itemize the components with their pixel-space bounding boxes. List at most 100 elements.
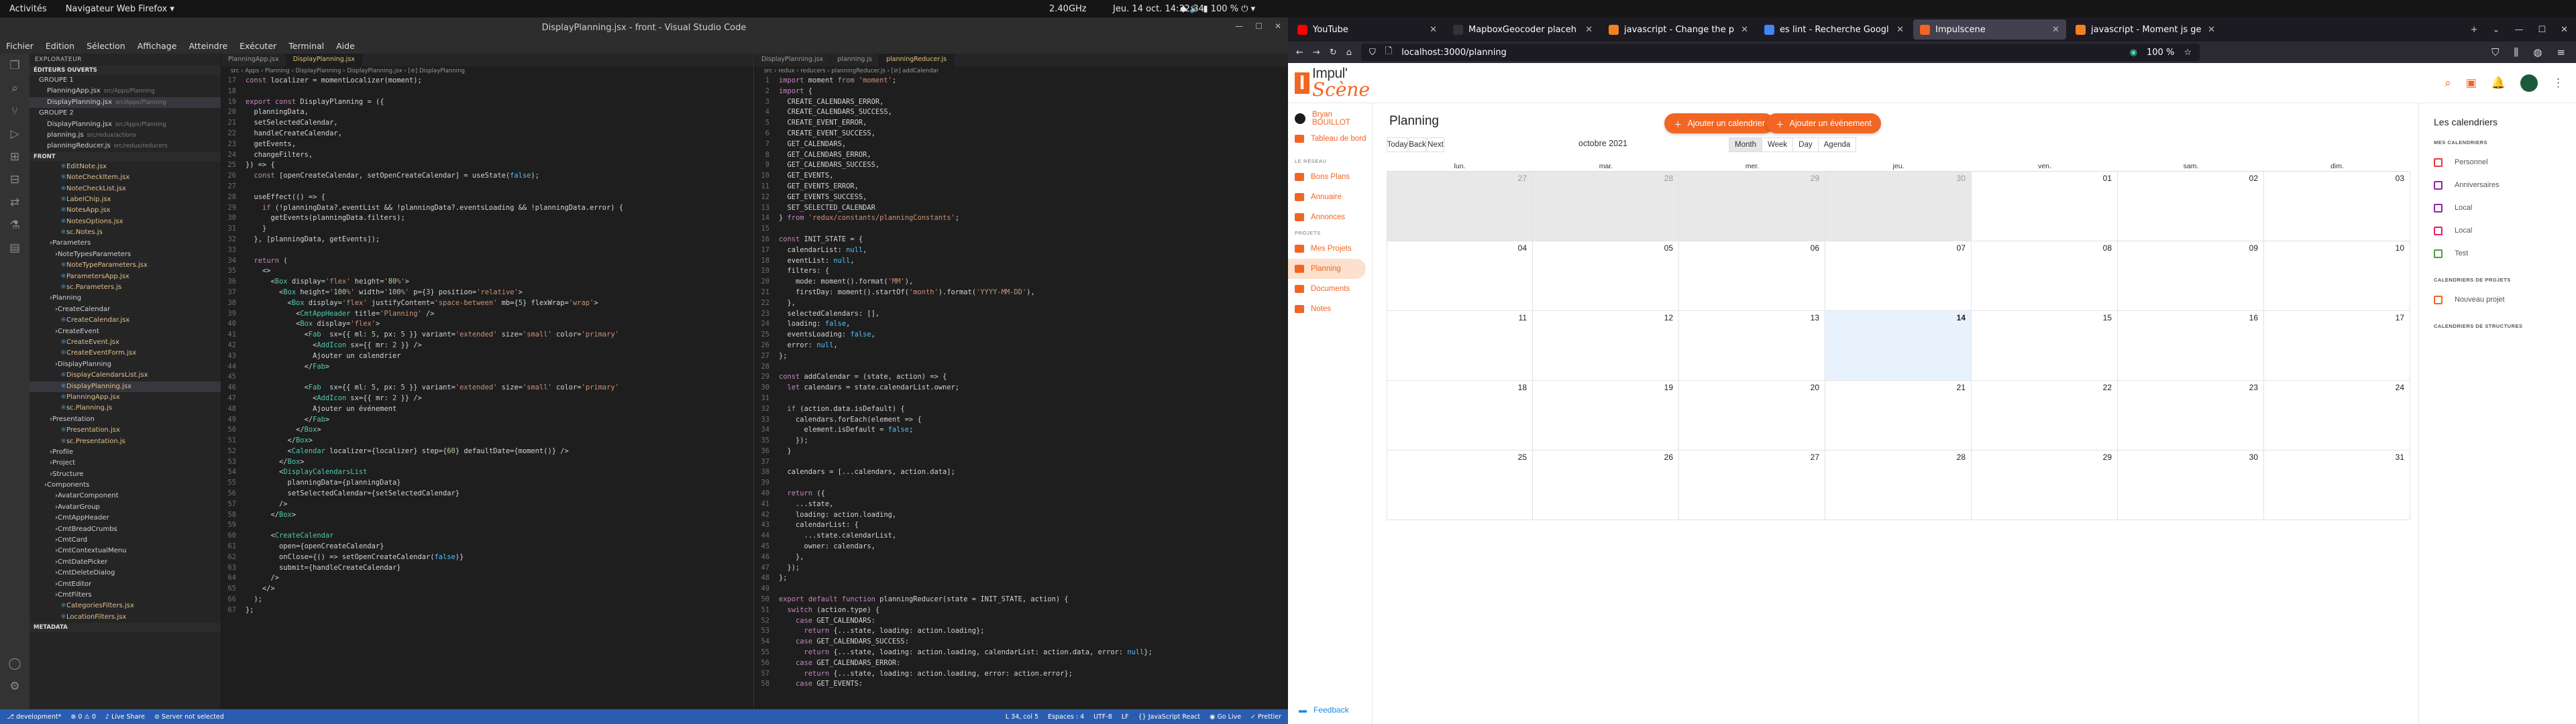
tree-folder[interactable]: › CmtCard [30, 535, 221, 546]
calendar-day-cell[interactable]: 06 [1679, 241, 1825, 311]
status-item[interactable]: UTF-8 [1093, 713, 1112, 721]
menu-item[interactable]: Atteindre [182, 41, 233, 51]
tree-file[interactable]: ⚛ EditNote.jsx [30, 162, 221, 172]
editor-tab[interactable]: planningReducer.js [879, 54, 955, 66]
calendar-day-cell[interactable]: 29 [1679, 172, 1825, 241]
tree-folder[interactable]: › Components [30, 480, 221, 491]
tree-folder[interactable]: › CmtContextualMenu [30, 546, 221, 556]
zoom-level[interactable]: 100 % [2147, 48, 2174, 58]
calendar-checkbox-row[interactable]: Local [2419, 196, 2576, 219]
tree-folder[interactable]: › CmtDatePicker [30, 557, 221, 568]
calendar-day-cell[interactable]: 15 [1972, 311, 2118, 381]
maximize-icon[interactable]: ☐ [1255, 21, 1263, 31]
sidebar-item[interactable]: Annonces [1288, 207, 1372, 227]
add-calendar-button[interactable]: ＋ Ajouter un calendrier [1664, 113, 1774, 133]
menu-item[interactable]: Exécuter [233, 41, 282, 51]
calendar-day-cell[interactable]: 30 [2118, 450, 2264, 520]
close-tab-icon[interactable]: ✕ [1741, 25, 1748, 35]
account-avatar[interactable] [2520, 74, 2538, 92]
calendar-day-cell[interactable]: 20 [1679, 381, 1825, 450]
status-item[interactable]: ⊗ 0 ⚠ 0 [70, 713, 96, 721]
list-tabs-icon[interactable]: ⌄ [2493, 25, 2500, 35]
tree-file[interactable]: ⚛ CreateCalendar.jsx [30, 315, 221, 326]
calendar-checkbox-row[interactable]: Test [2419, 242, 2576, 265]
menu-item[interactable]: Fichier [0, 41, 40, 51]
calendar-day-cell[interactable]: 27 [1387, 172, 1533, 241]
tree-folder[interactable]: › DisplayPlanning [30, 359, 221, 370]
close-tab-icon[interactable]: ✕ [1896, 25, 1904, 35]
calendar-day-cell[interactable]: 27 [1679, 450, 1825, 520]
editor-tab[interactable]: DisplayPlanning.jsx [755, 54, 831, 66]
calendar-day-cell[interactable]: 09 [2118, 241, 2264, 311]
close-icon[interactable]: ✕ [1275, 21, 1281, 31]
feedback-link[interactable]: ▬ Feedback [1299, 705, 1349, 715]
calendar-checkbox-row[interactable]: Nouveau projet [2419, 288, 2576, 311]
system-tray[interactable]: ◆ 🔈 ▮ 100 % ⏻ ▾ [1171, 4, 1265, 14]
tree-file[interactable]: ⚛ DisplayCalendarsList.jsx [30, 370, 221, 381]
brand-logo[interactable]: I Impul' Scène [1295, 66, 1370, 99]
sidebar-user[interactable]: Bryan BOUILLOT [1288, 109, 1372, 129]
calendar-day-cell[interactable]: 18 [1387, 381, 1533, 450]
open-editor-item[interactable]: planning.js src/redux/actions [30, 130, 221, 141]
checkbox[interactable] [2434, 295, 2443, 304]
tree-folder[interactable]: › CmtBreadCrumbs [30, 524, 221, 535]
calendar-day-cell[interactable]: 25 [1387, 450, 1533, 520]
sidebar-item[interactable]: Mes Projets [1288, 239, 1372, 259]
tree-folder[interactable]: › AvatarComponent [30, 491, 221, 501]
cpu-indicator[interactable]: 2.40GHz [1040, 4, 1096, 14]
status-item[interactable]: Espaces : 4 [1048, 713, 1084, 721]
calendar-day-cell[interactable]: 02 [2118, 172, 2264, 241]
search-icon[interactable]: ⌕ [2445, 76, 2451, 90]
app-menu-icon[interactable]: ≡ [2557, 46, 2565, 58]
next-button[interactable]: Next [1427, 137, 1444, 152]
app-menu[interactable]: Navigateur Web Firefox ▾ [56, 4, 184, 14]
calendar-day-cell[interactable]: 17 [2264, 311, 2410, 381]
sidebar-item[interactable]: Annuaire [1288, 187, 1372, 207]
calendar-day-cell[interactable]: 28 [1825, 450, 1972, 520]
back-button[interactable]: Back [1409, 137, 1426, 152]
tree-folder[interactable]: › Planning [30, 293, 221, 304]
calendar-day-cell[interactable]: 28 [1533, 172, 1679, 241]
extensions-icon[interactable]: ⊞ [10, 150, 19, 164]
sidebar-item[interactable]: Notes [1288, 299, 1372, 319]
editor-2-breadcrumb[interactable]: src › redux › reducers › planningReducer… [755, 66, 1288, 76]
minimize-icon[interactable]: — [1235, 21, 1243, 31]
tree-folder[interactable]: › CreateEvent [30, 326, 221, 337]
live-share-icon[interactable]: ⇄ [10, 196, 19, 209]
account-icon[interactable]: ◯ [8, 657, 21, 670]
sidebar-item-dashboard[interactable]: Tableau de bord [1288, 129, 1372, 149]
view-button-week[interactable]: Week [1761, 137, 1794, 152]
activities-button[interactable]: Activités [0, 4, 56, 14]
checkbox[interactable] [2434, 158, 2443, 167]
tree-file[interactable]: ⚛ sc.Notes.js [30, 227, 221, 238]
sidebar-item[interactable]: Bons Plans [1288, 167, 1372, 187]
tree-folder[interactable]: › CmtEditor [30, 579, 221, 590]
editor-2-code[interactable]: 1 import moment from 'moment'; 2 import {3 … [755, 76, 1288, 690]
calendar-day-cell[interactable]: 19 [1533, 381, 1679, 450]
tree-file[interactable]: ⚛ sc.Presentation.js [30, 436, 221, 447]
calendar-day-cell[interactable]: 31 [2264, 450, 2410, 520]
tree-folder[interactable]: › Structure [30, 469, 221, 480]
tree-file[interactable]: ⚛ NoteTypeParameters.jsx [30, 260, 221, 271]
tree-file[interactable]: ⚛ NotesOptions.jsx [30, 217, 221, 227]
testing-icon[interactable]: ⚗ [9, 219, 19, 232]
status-item[interactable]: ◉ Go Live [1210, 713, 1241, 721]
new-tab-icon[interactable]: + [2471, 25, 2478, 35]
browser-tab[interactable]: javascript - Moment js ge ✕ [2069, 19, 2222, 40]
menu-item[interactable]: Terminal [282, 41, 330, 51]
remote-icon[interactable]: ⊟ [10, 173, 19, 186]
view-button-agenda[interactable]: Agenda [1817, 137, 1857, 152]
calendar-day-cell[interactable]: 29 [1972, 450, 2118, 520]
shield-icon[interactable]: ⛉ [1369, 48, 1376, 58]
tree-folder[interactable]: › AvatarGroup [30, 502, 221, 513]
editor-tab[interactable]: DisplayPlanning.jsx [286, 54, 362, 66]
add-event-button[interactable]: ＋ Ajouter un événement [1766, 113, 1881, 133]
checkbox[interactable] [2434, 180, 2443, 190]
calendar-day-cell[interactable]: 03 [2264, 172, 2410, 241]
url-bar[interactable]: ⛉ 🗋 localhost:3000/planning ◉ 100 % ☆ [1360, 44, 2200, 61]
status-item[interactable]: ⎇ development* [7, 713, 61, 721]
library-icon[interactable]: ⫼ [2514, 46, 2518, 58]
calendar-day-cell[interactable]: 22 [1972, 381, 2118, 450]
calendar-checkbox-row[interactable]: Local [2419, 219, 2576, 242]
calendar-day-cell[interactable]: 21 [1825, 381, 1972, 450]
